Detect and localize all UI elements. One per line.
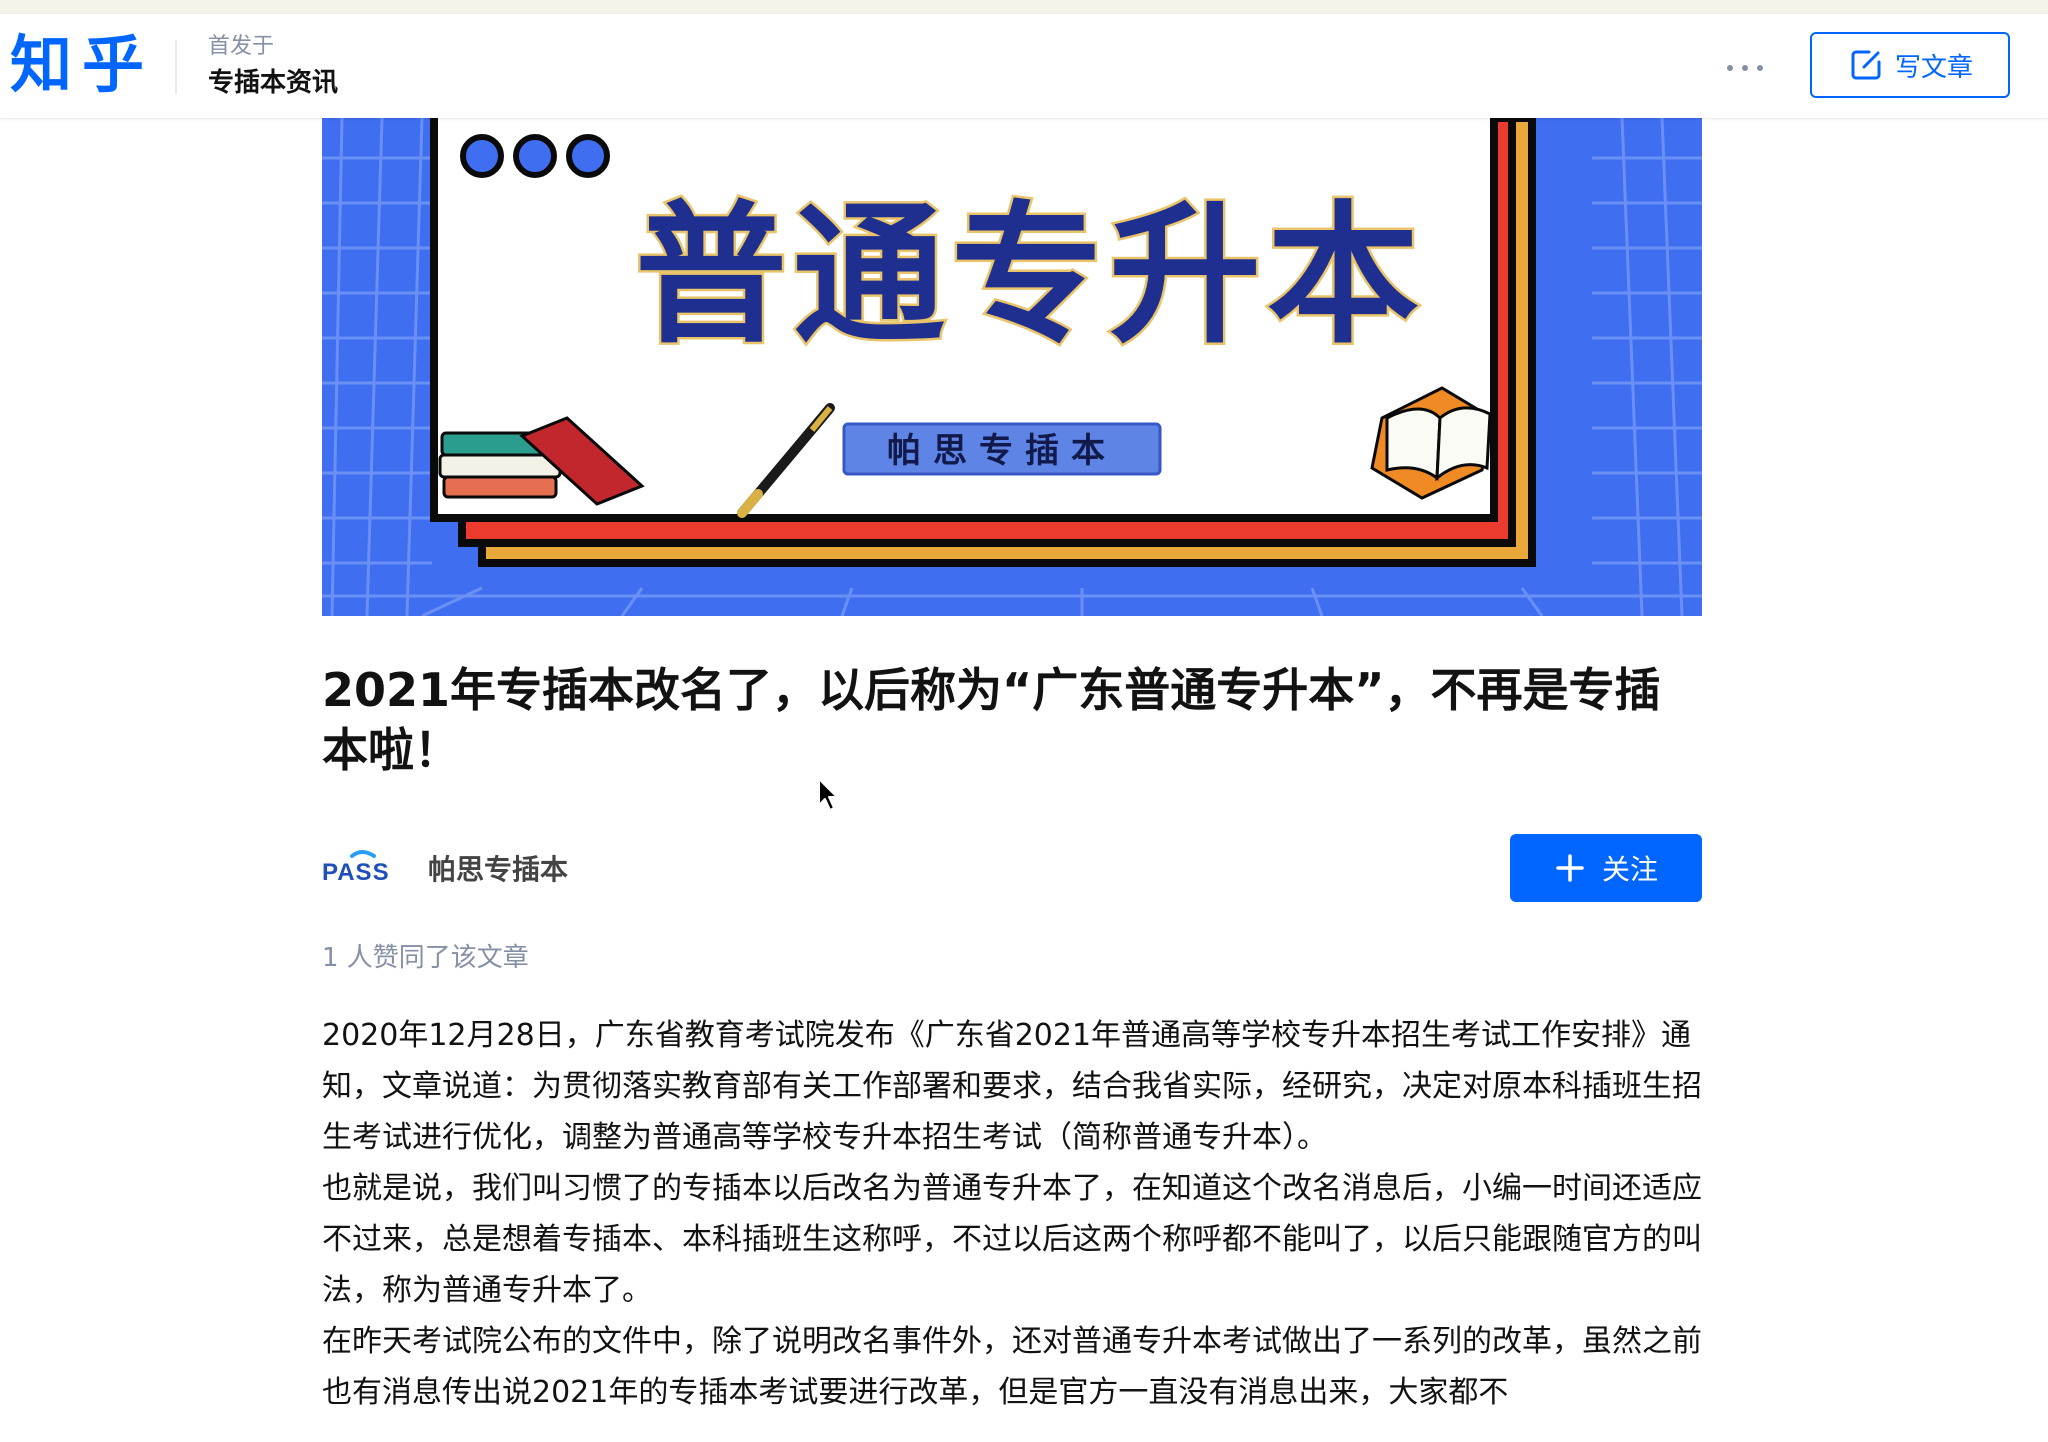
published-in-label: 首发于: [208, 34, 275, 59]
plus-icon: [1556, 854, 1584, 882]
avatar[interactable]: PASS: [322, 844, 398, 892]
paragraph: 也就是说，我们叫习惯了的专插本以后改名为普通专升本了，在知道这个改名消息后，小编…: [322, 1171, 1702, 1308]
browser-top-strip: [0, 0, 2048, 15]
write-article-label: 写文章: [1894, 52, 1973, 83]
cover-illustration: 普通专升本 帕思专插本: [322, 118, 1702, 616]
more-dots-icon: [1727, 65, 1763, 71]
article-title: 2021年专插本改名了，以后称为“广东普通专升本”，不再是专插本啦！: [322, 663, 1661, 777]
follow-label: 关注: [1601, 853, 1658, 886]
article-body: 2020年12月28日，广东省教育考试院发布《广东省2021年普通高等学校专升本…: [322, 1010, 1702, 1418]
paragraph: 2020年12月28日，广东省教育考试院发布《广东省2021年普通高等学校专升本…: [322, 1018, 1702, 1155]
follow-button[interactable]: 关注: [1510, 834, 1702, 902]
top-header: 知乎 首发于 专插本资讯 写文章: [0, 14, 2048, 118]
more-options-button[interactable]: [1720, 50, 1770, 86]
edit-icon: [1851, 50, 1881, 80]
cover-headline: 普通专升本: [635, 191, 1425, 361]
zhihu-logo[interactable]: 知乎: [10, 30, 154, 100]
write-article-button[interactable]: 写文章: [1810, 32, 2010, 98]
column-link[interactable]: 专插本资讯: [208, 66, 338, 100]
likes-count: 1 人赞同了该文章: [322, 943, 529, 973]
article-cover-image: 普通专升本 帕思专插本: [322, 118, 1702, 616]
author-info: PASS 帕思专插本: [322, 836, 568, 900]
avatar-text: PASS: [322, 859, 390, 886]
author-name[interactable]: 帕思专插本: [428, 848, 568, 888]
mouse-cursor-icon: [818, 778, 838, 811]
header-divider: [175, 40, 177, 94]
paragraph: 在昨天考试院公布的文件中，除了说明改名事件外，还对普通专升本考试做出了一系列的改…: [322, 1324, 1702, 1410]
cover-subtitle: 帕思专插本: [887, 432, 1117, 470]
